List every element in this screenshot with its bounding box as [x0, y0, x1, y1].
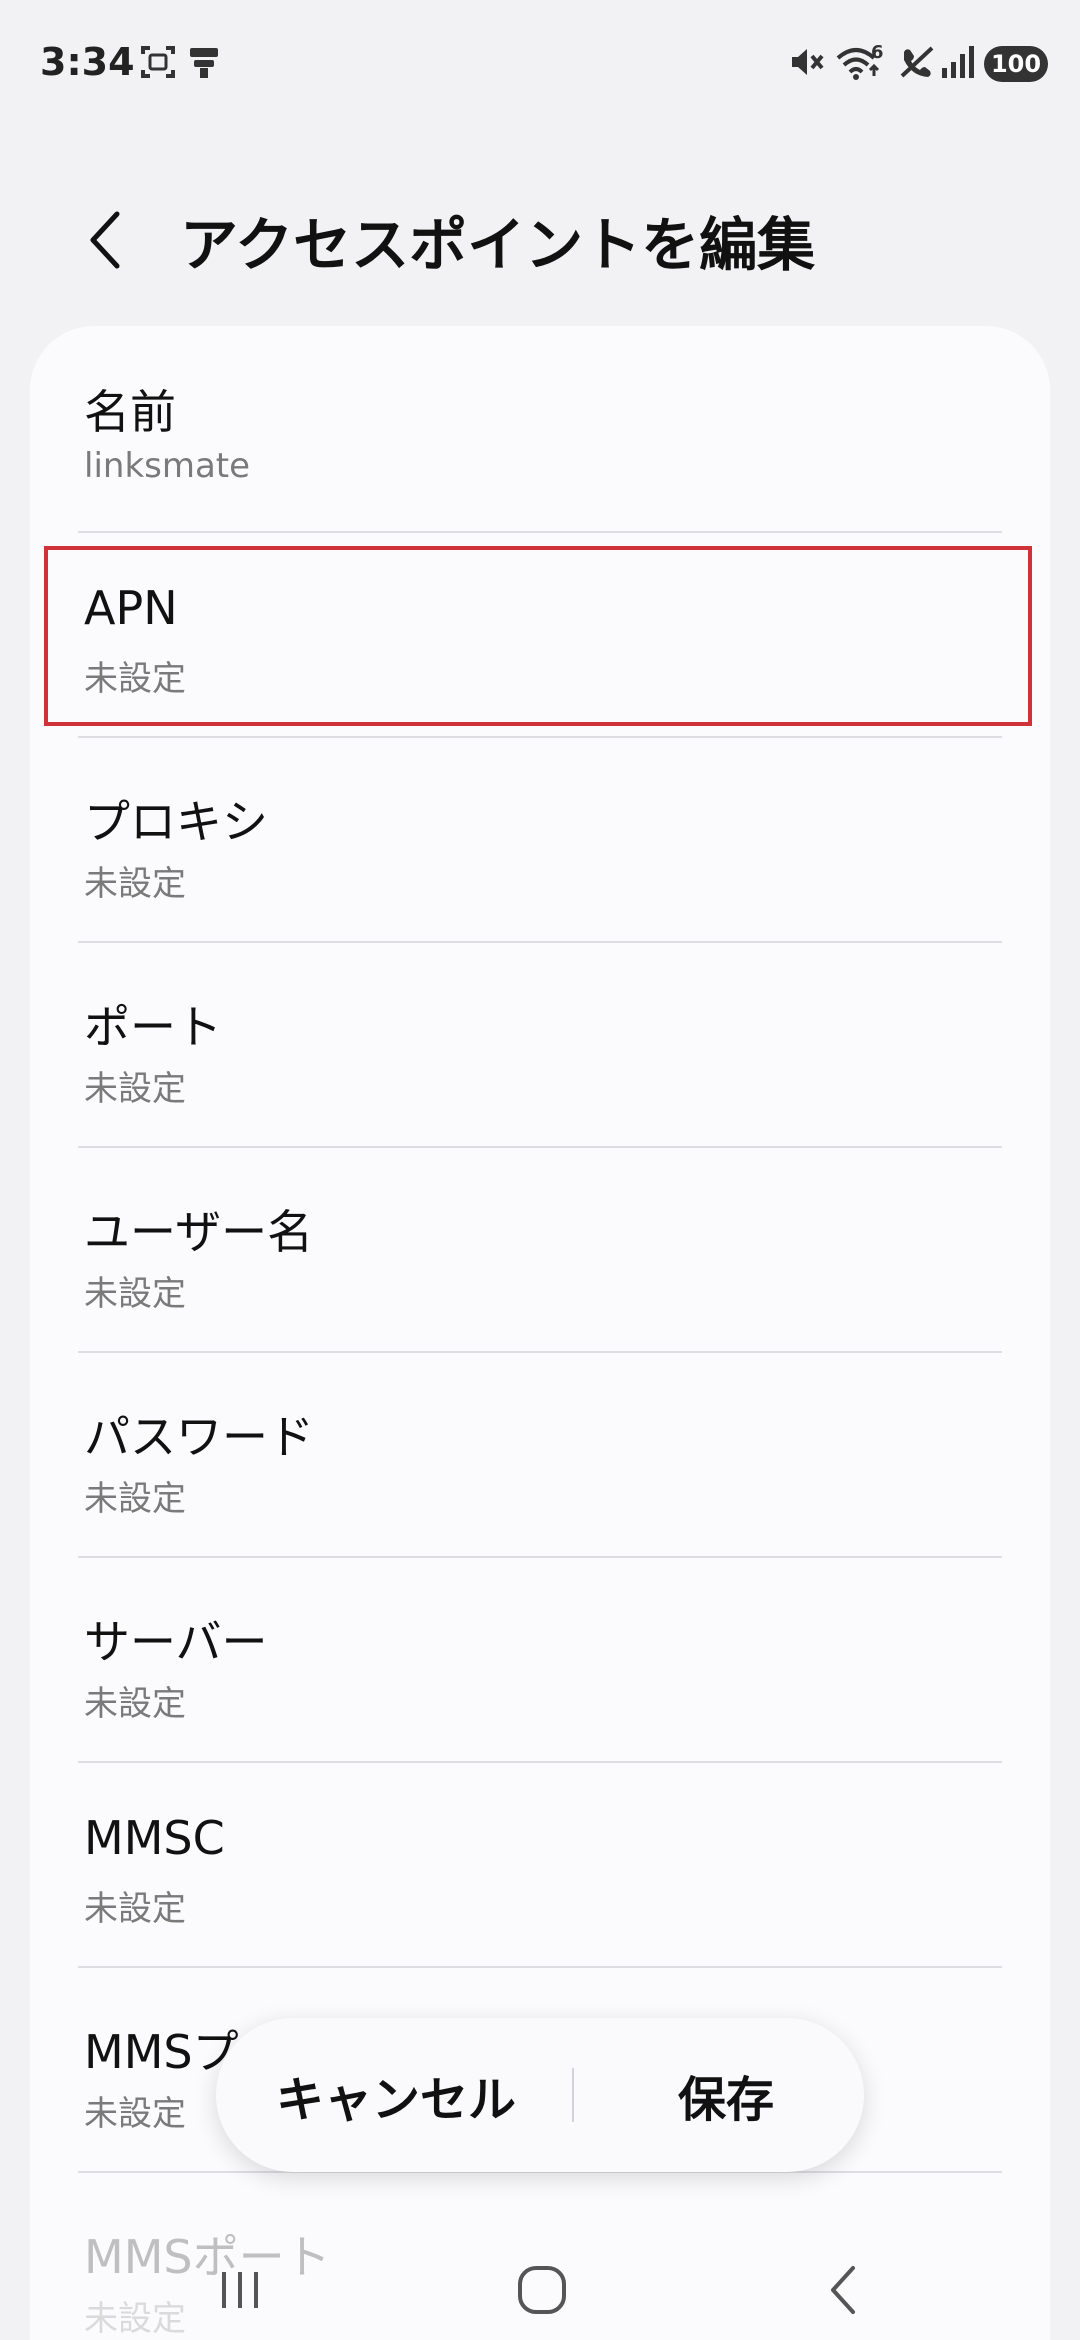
setting-label: パスワード [84, 1410, 314, 1464]
setting-username[interactable]: ユーザー名 未設定 [30, 1146, 1050, 1351]
setting-password[interactable]: パスワード 未設定 [30, 1351, 1050, 1556]
setting-value: 未設定 [84, 1274, 186, 1314]
status-bar: 3:34 6 100 [0, 0, 1080, 130]
battery-badge: 100 [984, 46, 1048, 82]
setting-proxy[interactable]: プロキシ 未設定 [30, 736, 1050, 941]
nav-back-button[interactable] [785, 2250, 905, 2330]
page-title: アクセスポイントを編集 [180, 211, 816, 279]
setting-label: MMSC [84, 1811, 225, 1865]
setting-mmsc[interactable]: MMSC 未設定 [30, 1761, 1050, 1966]
cancel-button[interactable]: キャンセル [256, 2018, 536, 2172]
recent-apps-icon [222, 2272, 258, 2308]
setting-label: 名前 [84, 385, 176, 439]
setting-value: linksmate [84, 446, 251, 486]
setting-value: 未設定 [84, 1889, 186, 1929]
setting-port[interactable]: ポート 未設定 [30, 941, 1050, 1146]
status-time: 3:34 [40, 40, 135, 84]
action-bar: キャンセル 保存 [216, 2018, 864, 2172]
action-divider [572, 2068, 574, 2122]
setting-name[interactable]: 名前 linksmate [30, 326, 1050, 531]
signal-icon [938, 42, 978, 86]
setting-value: 未設定 [84, 2094, 186, 2134]
setting-value: 未設定 [84, 1684, 186, 1724]
setting-label: ポート [84, 1000, 222, 1054]
setting-label: ユーザー名 [84, 1205, 314, 1259]
apn-highlight-box [44, 546, 1032, 726]
mute-icon [786, 42, 826, 86]
setting-value: 未設定 [84, 1479, 186, 1519]
recent-apps-button[interactable] [180, 2250, 300, 2330]
back-button[interactable] [70, 200, 140, 280]
home-icon [518, 2266, 566, 2314]
navigation-bar [0, 2230, 1080, 2340]
notification-icon [186, 42, 222, 86]
setting-label: プロキシ [84, 795, 268, 849]
app-header: アクセスポイントを編集 [0, 170, 1080, 300]
chevron-left-icon [90, 211, 120, 269]
wifi-badge: 6 [871, 42, 884, 63]
call-off-icon [896, 42, 936, 86]
setting-server[interactable]: サーバー 未設定 [30, 1556, 1050, 1761]
save-button[interactable]: 保存 [606, 2018, 846, 2172]
setting-label: サーバー [84, 1615, 268, 1669]
setting-value: 未設定 [84, 864, 186, 904]
home-button[interactable] [482, 2250, 602, 2330]
screenshot-icon [138, 42, 178, 86]
back-icon [831, 2266, 855, 2314]
setting-value: 未設定 [84, 1069, 186, 1109]
screen: 3:34 6 100 アクセスポイントを編集 名前 linksmate APN … [0, 0, 1080, 2340]
